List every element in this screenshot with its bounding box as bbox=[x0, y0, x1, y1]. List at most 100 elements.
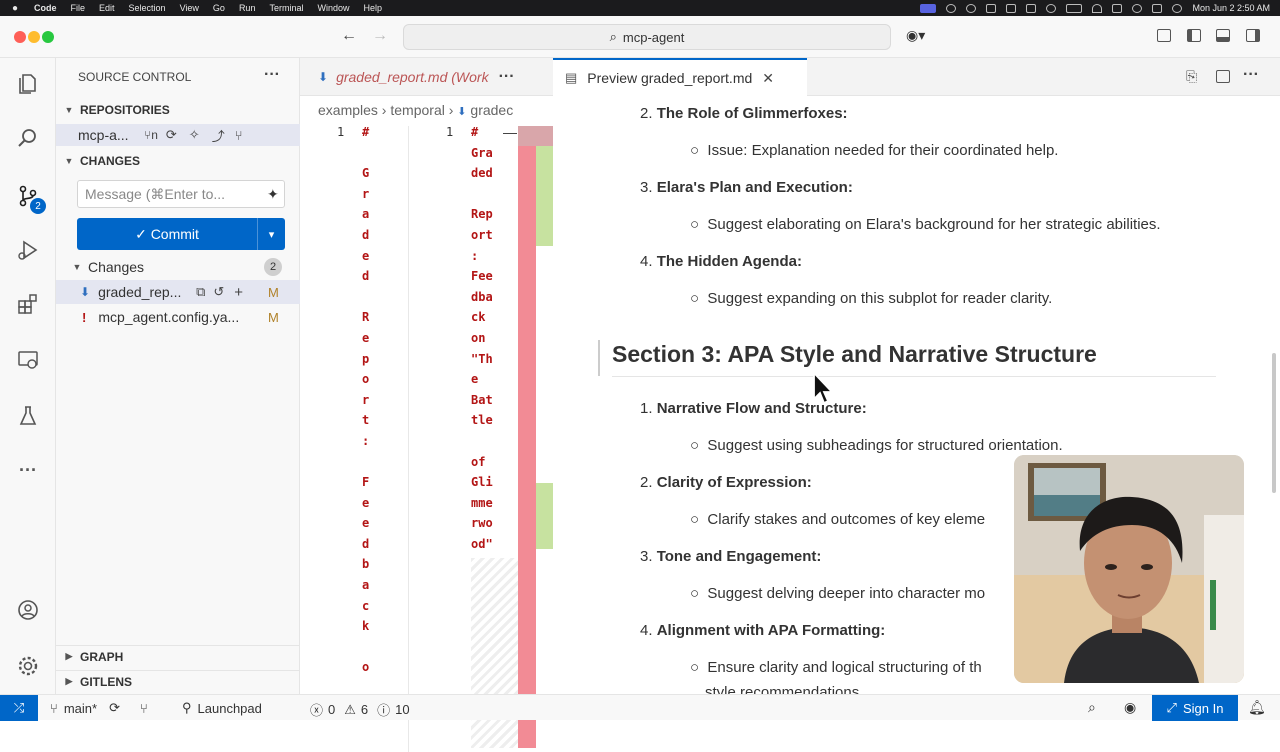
git-graph-icon[interactable]: ⑂ bbox=[140, 701, 148, 716]
source-control-icon[interactable]: 2 bbox=[12, 180, 46, 214]
tab-more-icon[interactable]: ··· bbox=[499, 68, 515, 86]
menu-view[interactable]: View bbox=[180, 3, 199, 13]
notifications-bell-icon[interactable]: 🔔︎ bbox=[1248, 699, 1266, 716]
menu-app-name[interactable]: Code bbox=[34, 3, 57, 13]
zoom-window-button[interactable] bbox=[42, 31, 54, 43]
breadcrumb-item[interactable]: gradec bbox=[470, 102, 513, 118]
changes-group-row[interactable]: ▼ Changes 2 bbox=[56, 255, 300, 279]
settings-gear-icon[interactable] bbox=[12, 650, 44, 682]
yaml-file-icon: ! bbox=[82, 309, 87, 325]
zoom-icon[interactable]: ⌕ bbox=[1088, 699, 1096, 716]
branch-status-item[interactable]: ⑂ main* ⟳ ⑂ bbox=[50, 700, 148, 716]
more-actions-icon[interactable]: ··· bbox=[1243, 66, 1259, 84]
layout-sidebar-icon[interactable] bbox=[1157, 29, 1171, 42]
commit-button[interactable]: ✓ Commit ▾ bbox=[77, 218, 285, 250]
split-editor-icon[interactable] bbox=[1216, 70, 1230, 83]
explorer-icon[interactable] bbox=[12, 68, 44, 100]
sparkle-generate-icon[interactable]: ✦ bbox=[267, 186, 279, 203]
apple-icon[interactable]: ● bbox=[12, 3, 18, 14]
menu-window[interactable]: Window bbox=[317, 3, 349, 13]
spotlight-icon[interactable] bbox=[1132, 3, 1143, 13]
open-source-icon[interactable]: ⎘ bbox=[1186, 68, 1197, 85]
minimize-window-button[interactable] bbox=[28, 31, 40, 43]
remote-indicator[interactable]: ⤮ bbox=[0, 695, 38, 721]
play-icon[interactable] bbox=[1046, 3, 1057, 13]
modified-code-pane[interactable]: # Gra ded Rep ort : Fee dba ck on "Th e … bbox=[471, 122, 493, 554]
sync-icon[interactable]: ⟳ bbox=[166, 127, 177, 143]
menu-edit[interactable]: Edit bbox=[99, 3, 115, 13]
status-icon[interactable] bbox=[1152, 3, 1163, 13]
siri-icon[interactable] bbox=[1172, 3, 1183, 13]
status-icon[interactable] bbox=[1026, 3, 1037, 13]
close-window-button[interactable] bbox=[14, 31, 26, 43]
commit-message-input[interactable]: Message (⌘Enter to... ✦ bbox=[77, 180, 285, 208]
preview-scrollbar[interactable] bbox=[1272, 353, 1276, 493]
menu-terminal[interactable]: Terminal bbox=[269, 3, 303, 13]
preview-tab[interactable]: ▤ Preview graded_report.md ✕ bbox=[553, 58, 807, 96]
sync-icon[interactable]: ⟳ bbox=[109, 700, 120, 716]
discard-changes-icon[interactable]: ↺ bbox=[213, 284, 224, 300]
brightness-icon[interactable] bbox=[946, 3, 957, 13]
menu-selection[interactable]: Selection bbox=[129, 3, 166, 13]
battery-icon[interactable] bbox=[1066, 3, 1083, 13]
gitlens-section-header[interactable]: ▶ GITLENS bbox=[56, 670, 300, 692]
commit-dropdown-chevron-icon[interactable]: ▾ bbox=[257, 218, 285, 250]
branch-compare-icon[interactable]: ⑂ bbox=[235, 128, 243, 143]
run-debug-icon[interactable] bbox=[12, 234, 44, 266]
breadcrumb-item[interactable]: examples bbox=[318, 102, 378, 118]
screen-record-icon[interactable] bbox=[920, 3, 937, 13]
chevron-down-icon: ▼ bbox=[64, 105, 74, 115]
testing-flask-icon[interactable] bbox=[12, 400, 44, 432]
toggle-panel-icon[interactable] bbox=[1216, 29, 1230, 42]
menu-go[interactable]: Go bbox=[213, 3, 225, 13]
control-center-icon[interactable] bbox=[1112, 3, 1123, 13]
sign-in-button[interactable]: ⤢ Sign In bbox=[1152, 695, 1238, 721]
mouse-cursor-icon bbox=[813, 371, 835, 405]
search-view-icon[interactable] bbox=[12, 122, 44, 154]
launchpad-status-item[interactable]: ⚲ Launchpad bbox=[182, 700, 262, 716]
chevron-down-icon: ▼ bbox=[64, 156, 74, 166]
back-arrow-icon[interactable]: ← bbox=[341, 27, 357, 45]
graph-section-header[interactable]: ▶ GRAPH bbox=[56, 645, 300, 667]
problems-status-item[interactable]: ⓧ 0 ⚠ 6 ⓘ 10 bbox=[310, 700, 410, 719]
editor-tab-graded-report[interactable]: ⬇ graded_report.md (Work ··· bbox=[300, 58, 553, 96]
status-icon[interactable] bbox=[1006, 3, 1017, 13]
sparkle-icon[interactable]: ✧ bbox=[189, 127, 200, 143]
command-center-search[interactable]: ⌕ mcp-agent bbox=[403, 24, 891, 50]
changed-file-row[interactable]: ! mcp_agent.config.ya... M bbox=[56, 305, 300, 329]
repository-row[interactable]: mcp-a... ⑂n ⟳ ✧ ⤴ ⑂ bbox=[56, 124, 300, 146]
close-tab-icon[interactable]: ✕ bbox=[762, 70, 774, 87]
forward-arrow-icon[interactable]: → bbox=[372, 27, 388, 45]
error-icon: ⓧ bbox=[310, 703, 324, 718]
toggle-secondary-sidebar-icon[interactable] bbox=[1246, 29, 1260, 42]
stage-changes-icon[interactable]: + bbox=[234, 284, 243, 301]
status-icon[interactable] bbox=[966, 3, 977, 13]
extensions-icon[interactable] bbox=[12, 288, 44, 320]
wifi-icon[interactable] bbox=[1092, 3, 1103, 13]
changes-section-header[interactable]: ▼ CHANGES bbox=[56, 150, 300, 172]
repositories-section-header[interactable]: ▼ REPOSITORIES bbox=[56, 99, 300, 121]
breadcrumb-item[interactable]: temporal bbox=[390, 102, 444, 118]
remote-explorer-icon[interactable] bbox=[12, 344, 44, 376]
copilot-status-icon[interactable]: ◉ bbox=[1124, 699, 1136, 716]
diff-overview-ruler bbox=[518, 126, 536, 748]
line-number: 1 bbox=[337, 125, 345, 139]
changed-file-row[interactable]: ⬇ graded_rep... ⧉ ↺ + M bbox=[56, 280, 300, 304]
branch-icon[interactable]: ⑂n bbox=[144, 128, 158, 142]
menu-file[interactable]: File bbox=[71, 3, 86, 13]
toggle-primary-sidebar-icon[interactable] bbox=[1187, 29, 1201, 42]
list-item-title: Elara's Plan and Execution: bbox=[656, 179, 853, 196]
pull-request-icon[interactable]: ⤴ bbox=[212, 126, 225, 145]
open-file-icon[interactable]: ⧉ bbox=[196, 284, 205, 300]
copilot-icon[interactable]: ◉▾ bbox=[906, 27, 925, 44]
more-actions-icon[interactable]: ··· bbox=[264, 66, 280, 84]
original-code-pane[interactable]: # G r a d e d R e p o r t : F e e d b a … bbox=[362, 122, 369, 678]
more-views-icon[interactable]: ··· bbox=[12, 454, 44, 486]
accounts-icon[interactable] bbox=[12, 594, 44, 626]
status-icon[interactable] bbox=[986, 3, 997, 13]
changed-file-name: mcp_agent.config.ya... bbox=[98, 309, 240, 325]
menu-run[interactable]: Run bbox=[239, 3, 256, 13]
menu-help[interactable]: Help bbox=[363, 3, 382, 13]
list-number: 4. bbox=[640, 253, 653, 270]
menubar-clock[interactable]: Mon Jun 2 2:50 AM bbox=[1192, 3, 1270, 13]
